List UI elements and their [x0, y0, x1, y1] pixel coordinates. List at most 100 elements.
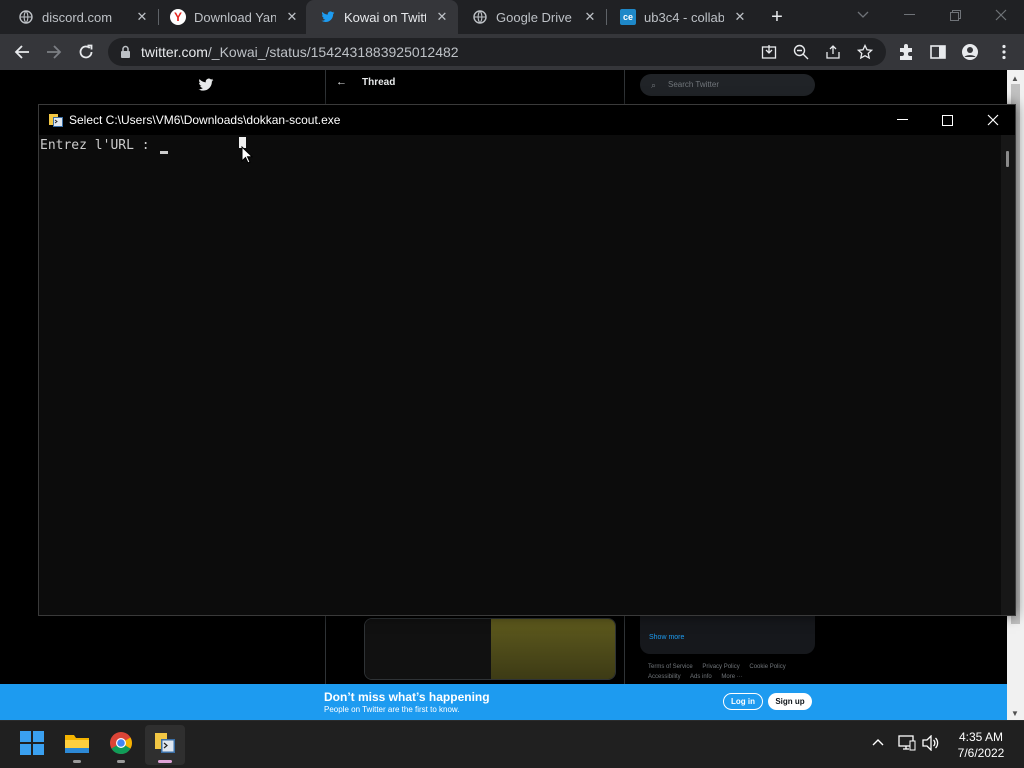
share-icon[interactable] — [825, 44, 841, 60]
console-minimize-icon[interactable] — [879, 105, 925, 135]
console-text-cursor — [160, 151, 168, 154]
banner-subline: People on Twitter are the first to know. — [324, 705, 460, 714]
yandex-icon: Y — [170, 9, 186, 25]
search-placeholder: Search Twitter — [668, 80, 719, 89]
lock-icon — [120, 45, 131, 63]
tab-title: Google Drive - \ — [496, 9, 574, 25]
tweet-media[interactable] — [364, 618, 616, 680]
twitter-signup-banner: Don’t miss what’s happening People on Tw… — [0, 684, 1007, 720]
file-explorer-icon — [64, 732, 90, 759]
scroll-down-icon[interactable]: ▼ — [1011, 709, 1019, 718]
browser-close-icon[interactable] — [978, 0, 1024, 30]
install-app-icon[interactable] — [761, 44, 777, 60]
console-prompt-line: Entrez l'URL : — [40, 138, 158, 153]
tab-title: Download Yand — [194, 9, 276, 25]
console-app-icon — [48, 112, 64, 128]
twitter-footer-links: Terms of Service Privacy Policy Cookie P… — [648, 662, 818, 682]
taskbar-dokkan-scout[interactable] — [145, 725, 185, 765]
close-tab-icon[interactable]: ✕ — [582, 9, 598, 25]
tab-title: Kowai on Twitte — [344, 9, 426, 25]
chrome-icon — [109, 731, 133, 760]
console-output[interactable]: Entrez l'URL : — [39, 135, 1001, 615]
browser-minimize-icon[interactable] — [886, 0, 932, 30]
trends-box: Show more — [640, 614, 815, 654]
browser-tab-strip: discord.com ✕ Y Download Yand ✕ Kowai on… — [0, 0, 1024, 34]
footer-link[interactable]: Accessibility — [648, 674, 681, 680]
address-bar[interactable]: twitter.com/_Kowai_/status/1542431883925… — [108, 38, 886, 66]
browser-restore-icon[interactable] — [932, 0, 978, 30]
clock-time: 4:35 AM — [958, 730, 1004, 744]
console-window[interactable]: Select C:\Users\VM6\Downloads\dokkan-sco… — [38, 104, 1016, 616]
banner-headline: Don’t miss what’s happening — [324, 690, 490, 704]
show-hidden-icons-icon[interactable] — [871, 735, 885, 754]
console-close-icon[interactable] — [970, 105, 1016, 135]
windows-taskbar: 4:35 AM 7/6/2022 — [0, 720, 1024, 768]
url-path: /_Kowai_/status/1542431883925012482 — [207, 44, 459, 60]
system-clock[interactable]: 4:35 AM 7/6/2022 — [948, 729, 1014, 761]
footer-link[interactable]: Cookie Policy — [749, 664, 785, 670]
footer-link[interactable]: Privacy Policy — [702, 664, 739, 670]
tab-yandex[interactable]: Y Download Yand ✕ — [156, 0, 308, 34]
desktop-screen: discord.com ✕ Y Download Yand ✕ Kowai on… — [0, 0, 1024, 768]
new-tab-icon[interactable]: + — [766, 6, 788, 28]
dokkan-scout-icon — [153, 731, 177, 760]
tab-twitter[interactable]: Kowai on Twitte ✕ — [306, 0, 458, 34]
close-tab-icon[interactable]: ✕ — [284, 9, 300, 25]
footer-link[interactable]: Ads info — [690, 674, 712, 680]
search-icon: ⌕ — [651, 80, 657, 90]
show-more-link[interactable]: Show more — [649, 634, 684, 641]
bookmark-star-icon[interactable] — [856, 43, 874, 60]
zoom-icon[interactable] — [793, 44, 809, 60]
start-icon — [20, 730, 44, 760]
tab-title: ub3c4 - collabe — [644, 9, 724, 25]
running-indicator — [117, 760, 125, 763]
active-indicator — [158, 760, 172, 763]
back-icon[interactable] — [8, 38, 36, 66]
tab-title: discord.com — [42, 9, 113, 25]
console-scrollbar-thumb[interactable] — [1006, 151, 1009, 167]
browser-toolbar: twitter.com/_Kowai_/status/1542431883925… — [0, 34, 1024, 70]
thread-heading: Thread — [362, 77, 396, 88]
side-panel-icon[interactable] — [929, 43, 947, 61]
login-button[interactable]: Log in — [723, 693, 763, 710]
twitter-search-input[interactable]: ⌕ Search Twitter — [640, 74, 815, 96]
footer-link[interactable]: Terms of Service — [648, 664, 693, 670]
start-button[interactable] — [12, 725, 52, 765]
reload-icon[interactable] — [72, 38, 100, 66]
profile-icon[interactable] — [961, 43, 979, 61]
back-arrow-icon[interactable]: ← — [336, 76, 347, 88]
ce-icon: ce — [620, 9, 636, 25]
globe-icon — [18, 9, 34, 25]
forward-icon[interactable] — [40, 38, 68, 66]
twitter-logo-icon[interactable] — [198, 78, 214, 97]
console-title: Select C:\Users\VM6\Downloads\dokkan-sco… — [69, 113, 341, 127]
scroll-up-icon[interactable]: ▲ — [1011, 74, 1019, 83]
console-maximize-icon[interactable] — [924, 105, 970, 135]
extensions-icon[interactable] — [897, 43, 915, 61]
footer-link[interactable]: More ··· — [721, 674, 742, 680]
volume-icon[interactable] — [922, 734, 940, 756]
tweet-media-image-left — [365, 619, 491, 679]
network-icon[interactable] — [898, 735, 916, 756]
twitter-icon — [320, 9, 336, 25]
clock-date: 7/6/2022 — [957, 746, 1005, 760]
close-tab-icon[interactable]: ✕ — [434, 9, 450, 25]
url-text: twitter.com/_Kowai_/status/1542431883925… — [141, 44, 459, 60]
running-indicator — [73, 760, 81, 763]
taskbar-file-explorer[interactable] — [57, 725, 97, 765]
signup-button[interactable]: Sign up — [768, 693, 812, 710]
close-tab-icon[interactable]: ✕ — [732, 9, 748, 25]
taskbar-chrome[interactable] — [101, 725, 141, 765]
mouse-pointer-icon — [241, 145, 254, 169]
console-scrollbar[interactable] — [1001, 135, 1015, 615]
tab-collabedit[interactable]: ce ub3c4 - collabe ✕ — [606, 0, 756, 34]
tab-discord[interactable]: discord.com ✕ — [4, 0, 158, 34]
url-host: twitter.com — [141, 44, 208, 60]
tweet-media-image-right — [491, 619, 615, 679]
console-title-bar[interactable]: Select C:\Users\VM6\Downloads\dokkan-sco… — [39, 105, 1015, 135]
tab-search-icon[interactable] — [840, 0, 886, 30]
globe-icon — [472, 9, 488, 25]
tab-google-drive[interactable]: Google Drive - \ ✕ — [458, 0, 606, 34]
chrome-menu-icon[interactable] — [995, 43, 1013, 61]
close-tab-icon[interactable]: ✕ — [134, 9, 150, 25]
